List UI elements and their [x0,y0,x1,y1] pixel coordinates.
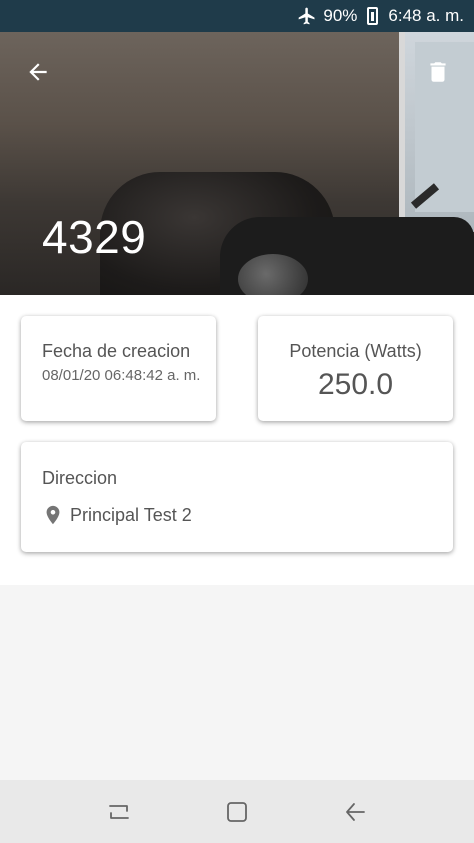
power-value: 250.0 [317,368,394,401]
address-label: Direccion [42,468,118,488]
address-row: Principal Test 2 [42,501,453,529]
arrow-left-icon [29,63,47,81]
home-button[interactable] [217,792,257,832]
airplane-icon [299,7,315,25]
creation-date-label: Fecha de creacion [42,341,191,361]
creation-date-value: 08/01/20 06:48:42 a. m. [42,367,201,384]
power-label: Potencia (Watts) [289,341,422,361]
page-title: 4329 [42,211,147,263]
recent-apps-icon [109,804,129,819]
recent-apps-button[interactable] [99,792,139,832]
delete-button[interactable] [418,52,458,92]
clock: 6:48 a. m. [388,6,464,25]
back-icon [346,802,365,821]
address-value: Principal Test 2 [70,504,192,525]
battery-percent: 90% [323,6,358,25]
power-card: Potencia (Watts) 250.0 [258,316,453,421]
battery-icon [367,7,379,25]
system-nav-bar [0,780,474,843]
system-back-button[interactable] [335,792,375,832]
creation-date-card: Fecha de creacion 08/01/20 06:48:42 a. m… [21,316,216,421]
address-card: Direccion Principal Test 2 [21,442,453,552]
home-icon [227,801,247,822]
status-bar: 90% 6:48 a. m. [0,0,474,32]
back-button[interactable] [18,52,58,92]
trash-icon [430,62,446,82]
header-image: 4329 [0,32,474,295]
detail-content: Fecha de creacion 08/01/20 06:48:42 a. m… [0,295,474,585]
location-pin-icon [46,505,60,525]
